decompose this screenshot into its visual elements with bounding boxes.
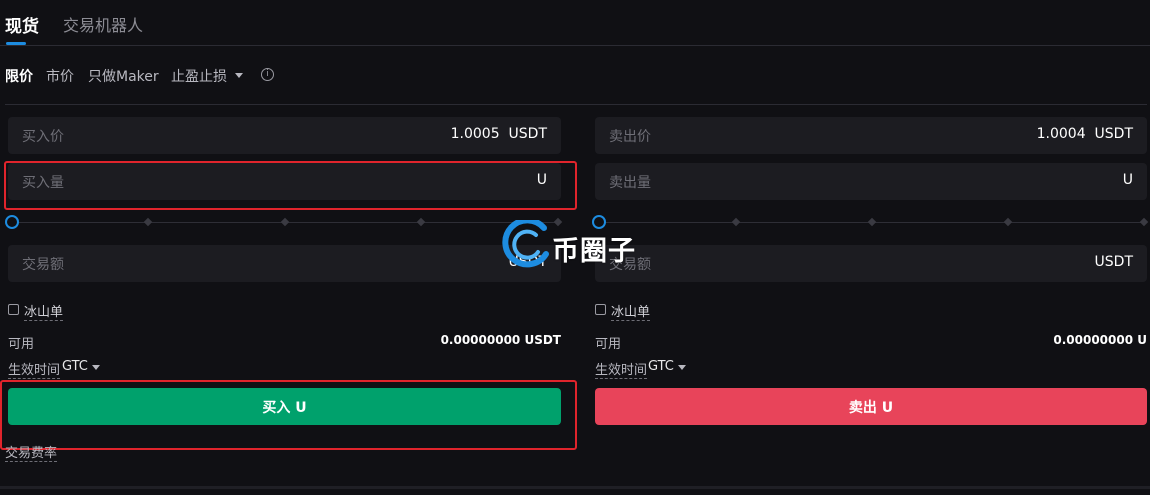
highlight-box-buy bbox=[0, 380, 577, 450]
slider-tick-100[interactable] bbox=[553, 217, 563, 227]
tabs-divider bbox=[0, 45, 1150, 46]
slider-tick-50[interactable] bbox=[280, 217, 290, 227]
sell-iceberg-checkbox[interactable] bbox=[595, 304, 606, 315]
highlight-box-amount bbox=[4, 161, 577, 210]
buy-available-label: 可用 bbox=[8, 337, 35, 352]
buy-slider-handle[interactable] bbox=[5, 215, 19, 229]
order-type-maker-only[interactable]: 只做Maker bbox=[88, 66, 159, 86]
sell-amount-input[interactable]: 卖出量 U bbox=[595, 163, 1147, 200]
sell-tif-label: 生效时间 bbox=[595, 359, 648, 379]
chevron-down-icon[interactable] bbox=[235, 73, 243, 78]
order-type-limit[interactable]: 限价 bbox=[5, 66, 33, 86]
bottom-divider bbox=[0, 486, 1150, 489]
sell-tif-value[interactable]: GTC bbox=[648, 359, 674, 374]
sell-available-value: 0.00000000 U bbox=[1053, 333, 1147, 347]
sell-amount-unit: U bbox=[1122, 172, 1133, 188]
sell-total-input[interactable]: 交易额 USDT bbox=[595, 245, 1147, 282]
order-type-divider bbox=[5, 104, 1147, 105]
buy-price-value: 1.0005 USDT bbox=[450, 126, 547, 142]
slider-tick-75[interactable] bbox=[1003, 217, 1013, 227]
fee-rate-link[interactable]: 交易费率 bbox=[5, 442, 58, 462]
sell-price-input[interactable]: 卖出价 1.0004 USDT bbox=[595, 117, 1147, 154]
slider-tick-50[interactable] bbox=[867, 217, 877, 227]
order-type-market[interactable]: 市价 bbox=[46, 66, 74, 86]
buy-price-placeholder: 买入价 bbox=[22, 129, 64, 145]
slider-tick-25[interactable] bbox=[731, 217, 741, 227]
chevron-down-icon[interactable] bbox=[92, 365, 100, 370]
sell-amount-placeholder: 卖出量 bbox=[609, 175, 651, 191]
buy-total-placeholder: 交易额 bbox=[22, 257, 64, 273]
sell-price-value: 1.0004 USDT bbox=[1036, 126, 1133, 142]
buy-price-input[interactable]: 买入价 1.0005 USDT bbox=[8, 117, 561, 154]
sell-available-label: 可用 bbox=[595, 337, 622, 352]
buy-total-input[interactable]: 交易额 USDT bbox=[8, 245, 561, 282]
buy-tif-label: 生效时间 bbox=[8, 359, 61, 379]
slider-tick-75[interactable] bbox=[416, 217, 426, 227]
sell-price-placeholder: 卖出价 bbox=[609, 129, 651, 145]
tab-spot[interactable]: 现货 bbox=[5, 12, 39, 37]
sell-button[interactable]: 卖出 U bbox=[595, 388, 1147, 425]
buy-iceberg-checkbox[interactable] bbox=[8, 304, 19, 315]
sell-slider-handle[interactable] bbox=[592, 215, 606, 229]
buy-tif-value[interactable]: GTC bbox=[62, 359, 88, 374]
tab-trading-bot[interactable]: 交易机器人 bbox=[63, 12, 143, 36]
buy-iceberg-label[interactable]: 冰山单 bbox=[24, 301, 64, 321]
order-type-tp-sl[interactable]: 止盈止损 bbox=[171, 66, 227, 86]
slider-tick-25[interactable] bbox=[143, 217, 153, 227]
info-icon[interactable]: i bbox=[261, 68, 274, 81]
sell-iceberg-label[interactable]: 冰山单 bbox=[611, 301, 651, 321]
watermark-logo-icon bbox=[502, 220, 549, 268]
watermark-text: 币圈子 bbox=[552, 236, 636, 267]
buy-available-value: 0.00000000 USDT bbox=[440, 333, 561, 347]
slider-tick-100[interactable] bbox=[1139, 217, 1149, 227]
sell-total-unit: USDT bbox=[1094, 254, 1133, 270]
chevron-down-icon[interactable] bbox=[678, 365, 686, 370]
